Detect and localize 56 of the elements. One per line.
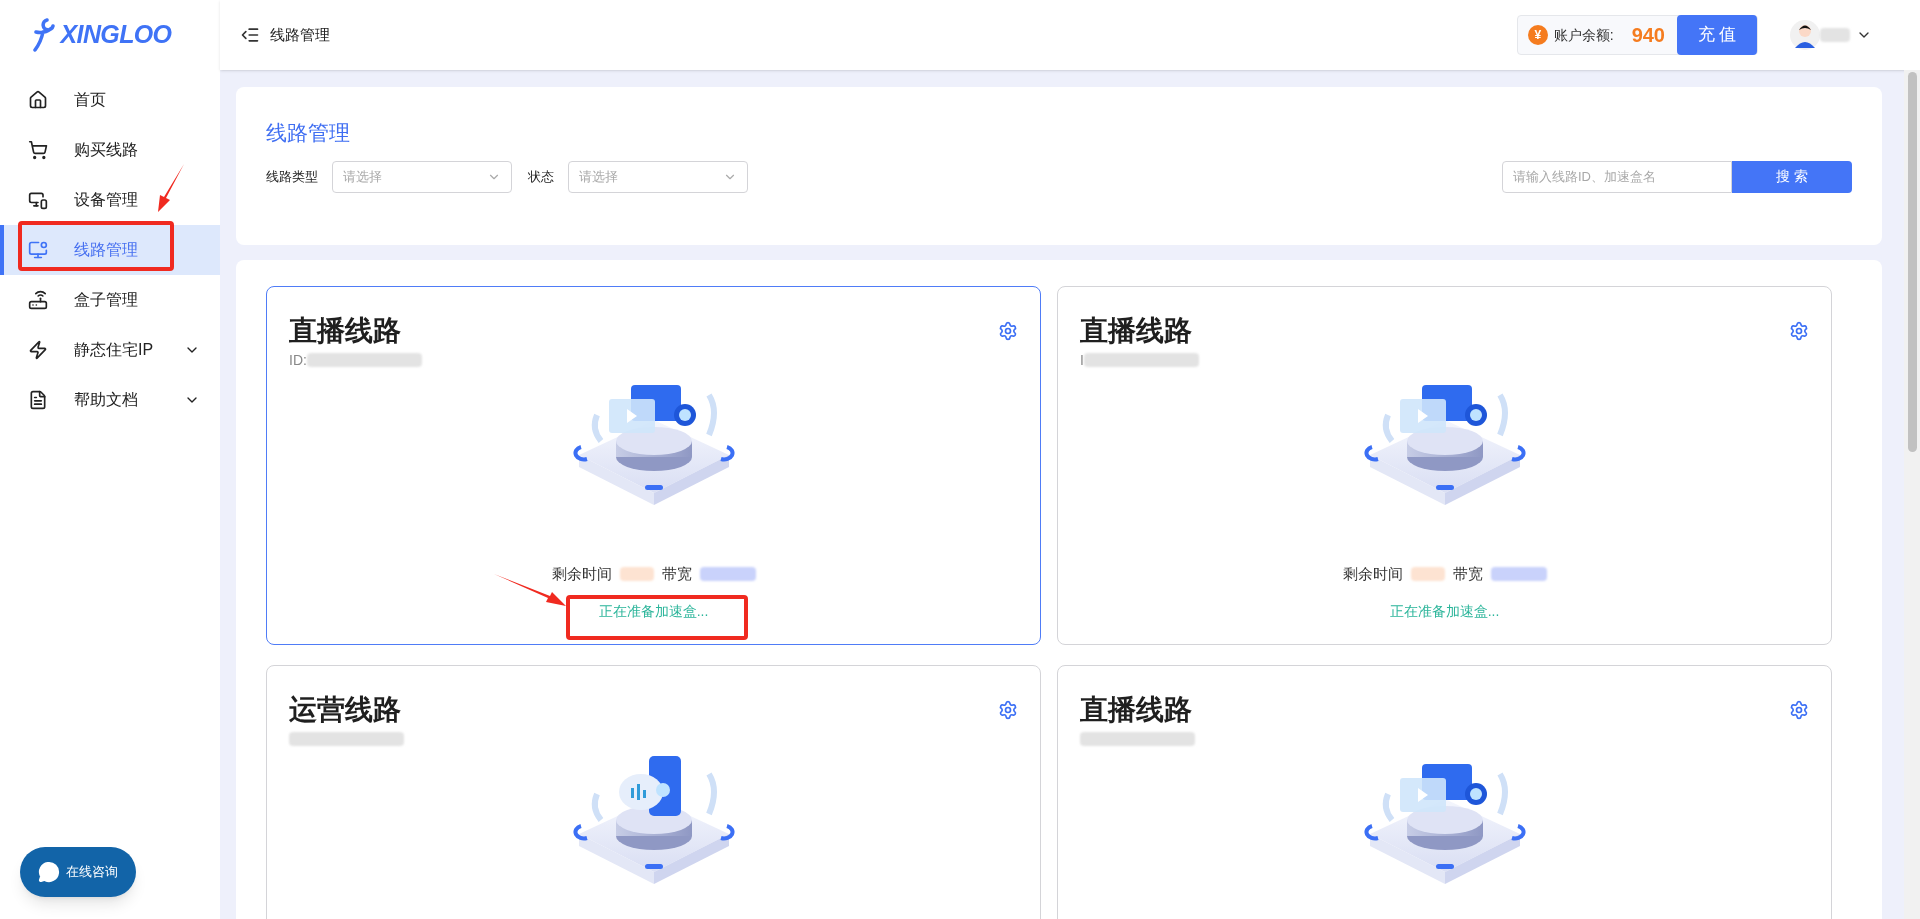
blurred-block — [699, 567, 756, 582]
sidebar-item[interactable]: 线路管理 — [0, 225, 220, 275]
cart-icon — [28, 140, 48, 160]
card-title: 直播线路 — [289, 314, 401, 348]
card-title: 运营线路 — [289, 693, 401, 727]
balance-amount: 940 — [1631, 23, 1665, 48]
settings-icon[interactable] — [998, 321, 1018, 341]
blurred-block — [1820, 28, 1850, 42]
id-label: I — [1080, 350, 1084, 370]
chat-bubble-icon — [38, 861, 60, 883]
sidebar-item[interactable]: 首页 — [0, 75, 220, 125]
chat-button[interactable]: 在线咨询 — [20, 847, 136, 897]
home-icon — [28, 90, 48, 110]
lightning-icon — [28, 340, 48, 360]
yuan-icon: ¥ — [1527, 25, 1548, 45]
collapse-menu-icon[interactable] — [240, 25, 260, 45]
settings-icon[interactable] — [1789, 321, 1809, 341]
search-field[interactable]: 请输入线路ID、加速盒名 — [1502, 160, 1732, 193]
user-avatar[interactable] — [1790, 20, 1820, 50]
line-card[interactable]: 运营线路 — [266, 665, 1041, 919]
sidebar-item[interactable]: 静态住宅IP — [0, 325, 220, 375]
status-text: 正在准备加速盒... — [598, 601, 709, 620]
balance-label: 账户余额: — [1553, 25, 1614, 45]
filter-label: 状态 — [528, 167, 554, 186]
monitor-icon — [28, 240, 48, 260]
filter-label: 线路类型 — [266, 167, 318, 186]
settings-icon[interactable] — [1789, 700, 1809, 720]
logo-text: XINGLOO — [60, 19, 172, 51]
breadcrumb: 线路管理 — [270, 24, 330, 45]
sidebar-item[interactable]: 盒子管理 — [0, 275, 220, 325]
devices-icon — [28, 190, 48, 210]
runner-logo-icon — [32, 18, 57, 52]
status-text: 正在准备加速盒... — [1389, 601, 1500, 620]
sidebar-item[interactable]: 设备管理 — [0, 175, 220, 225]
line-card[interactable]: 直播线路 I 剩余时间 带宽 正在准备加速盒... — [1057, 286, 1832, 645]
bandwidth-label: 带宽 — [661, 564, 692, 584]
sidebar-item[interactable]: 购买线路 — [0, 125, 220, 175]
id-label: ID: — [289, 350, 307, 370]
blurred-block — [619, 567, 654, 582]
blurred-block — [1490, 567, 1547, 582]
card-title: 直播线路 — [1080, 314, 1192, 348]
router-icon — [28, 290, 48, 310]
bandwidth-label: 带宽 — [1452, 564, 1483, 584]
search-button[interactable]: 搜 索 — [1732, 160, 1852, 193]
recharge-button[interactable]: 充 值 — [1677, 15, 1757, 55]
blurred-block — [1410, 567, 1445, 582]
line-card[interactable]: 直播线路 — [1057, 665, 1832, 919]
remaining-time-label: 剩余时间 — [551, 564, 612, 584]
line-card[interactable]: 直播线路 ID: 剩余时间 带宽 正在准备加速盒... — [266, 286, 1041, 645]
card-title: 直播线路 — [1080, 693, 1192, 727]
settings-icon[interactable] — [998, 700, 1018, 720]
sidebar-item[interactable]: 帮助文档 — [0, 375, 220, 425]
person-silhouette-icon — [1794, 22, 1816, 48]
panel-title: 线路管理 — [266, 120, 351, 146]
document-icon — [28, 390, 48, 410]
remaining-time-label: 剩余时间 — [1342, 564, 1403, 584]
